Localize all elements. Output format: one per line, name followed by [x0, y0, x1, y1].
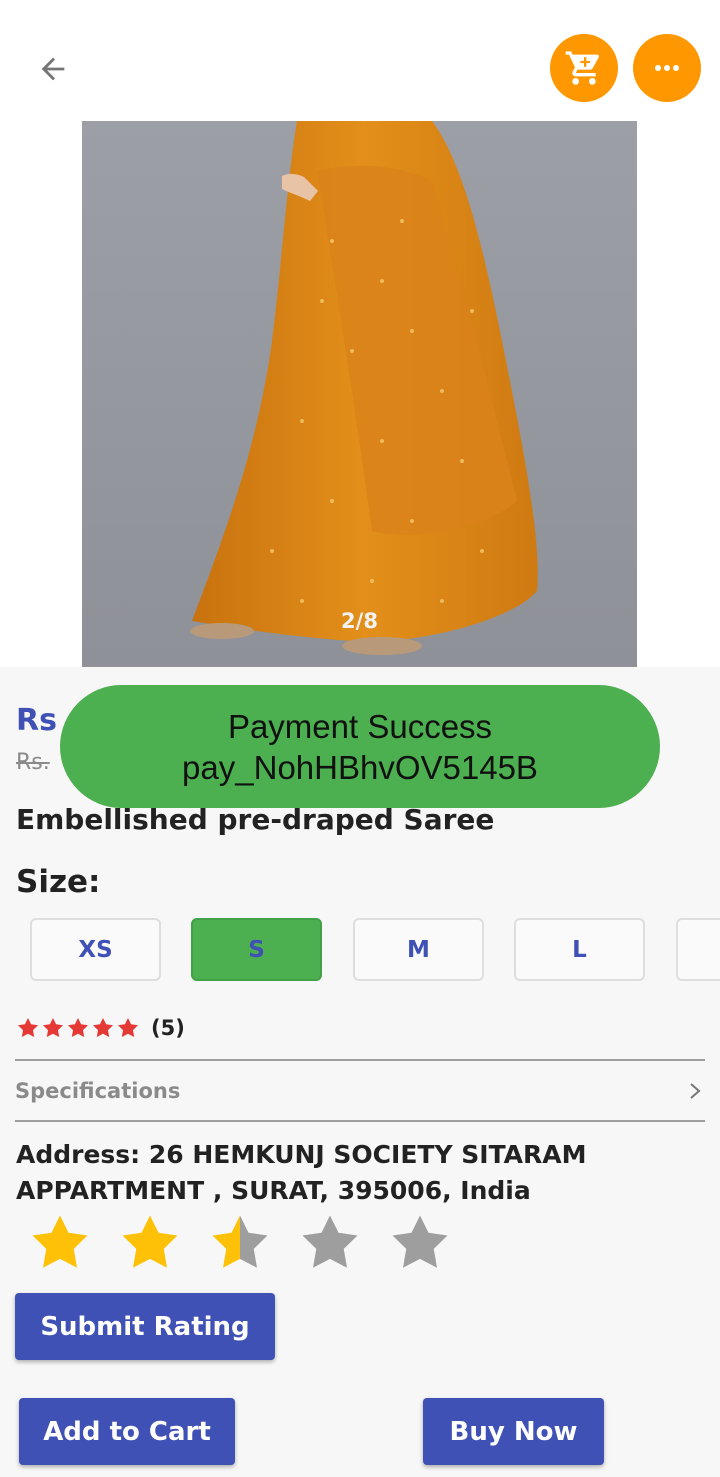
size-option-m[interactable]: M: [353, 918, 484, 981]
product-gallery[interactable]: 2/8: [0, 121, 720, 667]
review-summary: (5): [16, 1016, 185, 1040]
size-option-xs[interactable]: XS: [30, 918, 161, 981]
submit-rating-button[interactable]: Submit Rating: [15, 1293, 275, 1360]
toast-payment-id: pay_NohHBhvOV5145B: [182, 748, 538, 786]
buy-now-button[interactable]: Buy Now: [423, 1398, 604, 1465]
rating-star-2[interactable]: [115, 1210, 185, 1276]
toast-title: Payment Success: [227, 707, 493, 745]
current-price: Rs: [16, 703, 57, 738]
arrow-left-icon: [41, 57, 65, 81]
more-horizontal-icon: [655, 65, 679, 71]
rating-star-5[interactable]: [385, 1210, 455, 1276]
image-counter: 2/8: [341, 609, 378, 633]
specifications-row[interactable]: Specifications: [15, 1062, 705, 1120]
saree-illustration: [82, 121, 637, 667]
cart-button[interactable]: [550, 34, 618, 102]
size-option-s[interactable]: S: [191, 918, 322, 981]
size-option-l[interactable]: L: [514, 918, 645, 981]
size-option-xl[interactable]: [676, 918, 720, 981]
shopping-cart-icon: [565, 51, 600, 85]
star-icon: [118, 1018, 138, 1038]
chevron-right-icon: [690, 1083, 701, 1099]
delivery-address: Address: 26 HEMKUNJ SOCIETY SITARAM APPA…: [16, 1140, 587, 1205]
original-price: Rs.: [16, 750, 50, 775]
divider: [15, 1120, 705, 1122]
rating-star-1[interactable]: [25, 1210, 95, 1276]
more-options-button[interactable]: [633, 34, 701, 102]
star-icon: [18, 1018, 38, 1038]
rating-star-3-half[interactable]: [205, 1210, 275, 1276]
specifications-label: Specifications: [15, 1079, 181, 1103]
rating-input: [25, 1210, 475, 1276]
add-to-cart-button[interactable]: Add to Cart: [19, 1398, 235, 1465]
product-image[interactable]: 2/8: [82, 121, 637, 667]
top-bar: [0, 0, 720, 121]
divider: [15, 1059, 705, 1061]
back-button[interactable]: [30, 46, 76, 92]
star-icon: [68, 1018, 88, 1038]
star-icon: [93, 1018, 113, 1038]
star-icon: [43, 1018, 63, 1038]
payment-success-toast: Payment Success pay_NohHBhvOV5145B: [60, 685, 660, 808]
review-count: (5): [151, 1016, 185, 1040]
size-label: Size:: [16, 864, 101, 900]
size-selector: XS S M L: [0, 918, 720, 982]
rating-star-4[interactable]: [295, 1210, 365, 1276]
